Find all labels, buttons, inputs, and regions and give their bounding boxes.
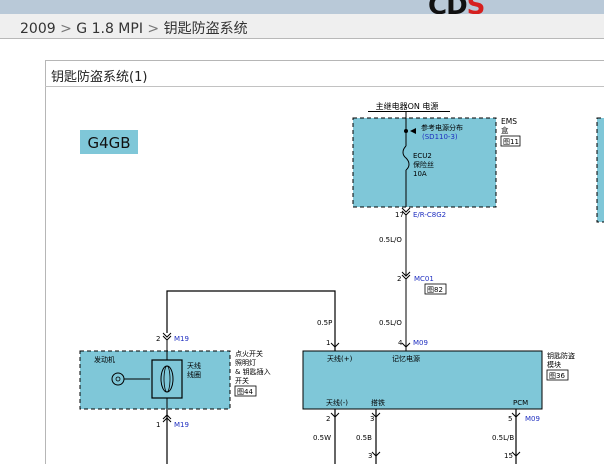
wire-label-05w: 0.5W <box>313 434 331 442</box>
ignition-label-2: 照明灯 <box>235 358 256 367</box>
pin-mc01-2: 2 <box>397 275 401 283</box>
ems-label: EMS <box>501 117 517 126</box>
pin-m19-2: 2 <box>156 335 160 343</box>
ignition-ref-link[interactable]: 图44 <box>237 388 253 396</box>
wire-label-05p: 0.5P <box>317 319 332 327</box>
wire-label-05lb: 0.5L/B <box>492 434 514 442</box>
pin-m09-2: 2 <box>326 415 330 423</box>
coil-label-1: 天线 <box>187 361 201 370</box>
ignition-label-4: 开关 <box>235 376 249 385</box>
engine-label: 发动机 <box>94 355 115 364</box>
wire-05p <box>166 290 336 351</box>
coil-label-2: 线圈 <box>187 370 201 379</box>
ems-label-2: 盒 <box>501 125 509 135</box>
module-label-2: 模块 <box>547 360 561 369</box>
fuse-label-1: ECU2 <box>413 152 432 160</box>
pin-low-3: 3 <box>368 452 372 460</box>
power-dist-label: 参考电源分布 <box>421 123 463 132</box>
wire-label-05lo-2: 0.5L/O <box>379 319 402 327</box>
connector-er-c8g2: E/R-C8G2 <box>413 211 446 219</box>
module-pcm: PCM <box>513 399 528 407</box>
module-antenna-minus: 天线(-) <box>326 398 348 407</box>
adjacent-box-partial <box>596 117 604 223</box>
module-ref-link[interactable]: 图36 <box>549 372 565 380</box>
power-dist-code[interactable]: (SD110-3) <box>422 133 458 141</box>
wire-label-05b: 0.5B <box>356 434 372 442</box>
connector-m09-bot: M09 <box>525 415 540 423</box>
pin-m09-5: 5 <box>508 415 512 423</box>
wire-label-05lo: 0.5L/O <box>379 236 402 244</box>
ignition-label-3: & 钥匙插入 <box>235 367 271 376</box>
pin-m09-3: 3 <box>370 415 374 423</box>
module-memory-power: 记忆电源 <box>392 354 420 363</box>
fuse-label-3: 10A <box>413 170 427 178</box>
pin-m19-1: 1 <box>156 421 160 429</box>
connector-m19-top: M19 <box>174 335 189 343</box>
power-source-label: 主继电器ON 电源 <box>376 101 439 111</box>
module-ground: 搭铁 <box>371 398 385 407</box>
pin-m09-1: 1 <box>326 339 330 347</box>
connector-m09-top: M09 <box>413 339 428 347</box>
ems-ref-link[interactable]: 图11 <box>503 138 519 146</box>
module-label-1: 钥匙防盗 <box>547 351 575 360</box>
module-antenna-plus: 天线(+) <box>327 354 353 363</box>
ignition-label-1: 点火开关 <box>235 349 263 358</box>
connector-m19-bot: M19 <box>174 421 189 429</box>
pin-low-15: 15 <box>504 452 513 460</box>
mc01-ref-link[interactable]: 图82 <box>427 286 443 294</box>
fuse-label-2: 保险丝 <box>413 160 434 169</box>
wiring-diagram: G4GB 主继电器ON 电源 EMS 盒 图11 参考电源分布 (SD110-3… <box>79 101 604 464</box>
engine-badge-label: G4GB <box>87 134 130 152</box>
connector-mc01: MC01 <box>414 275 434 283</box>
connector-chevron-icon <box>162 332 172 338</box>
